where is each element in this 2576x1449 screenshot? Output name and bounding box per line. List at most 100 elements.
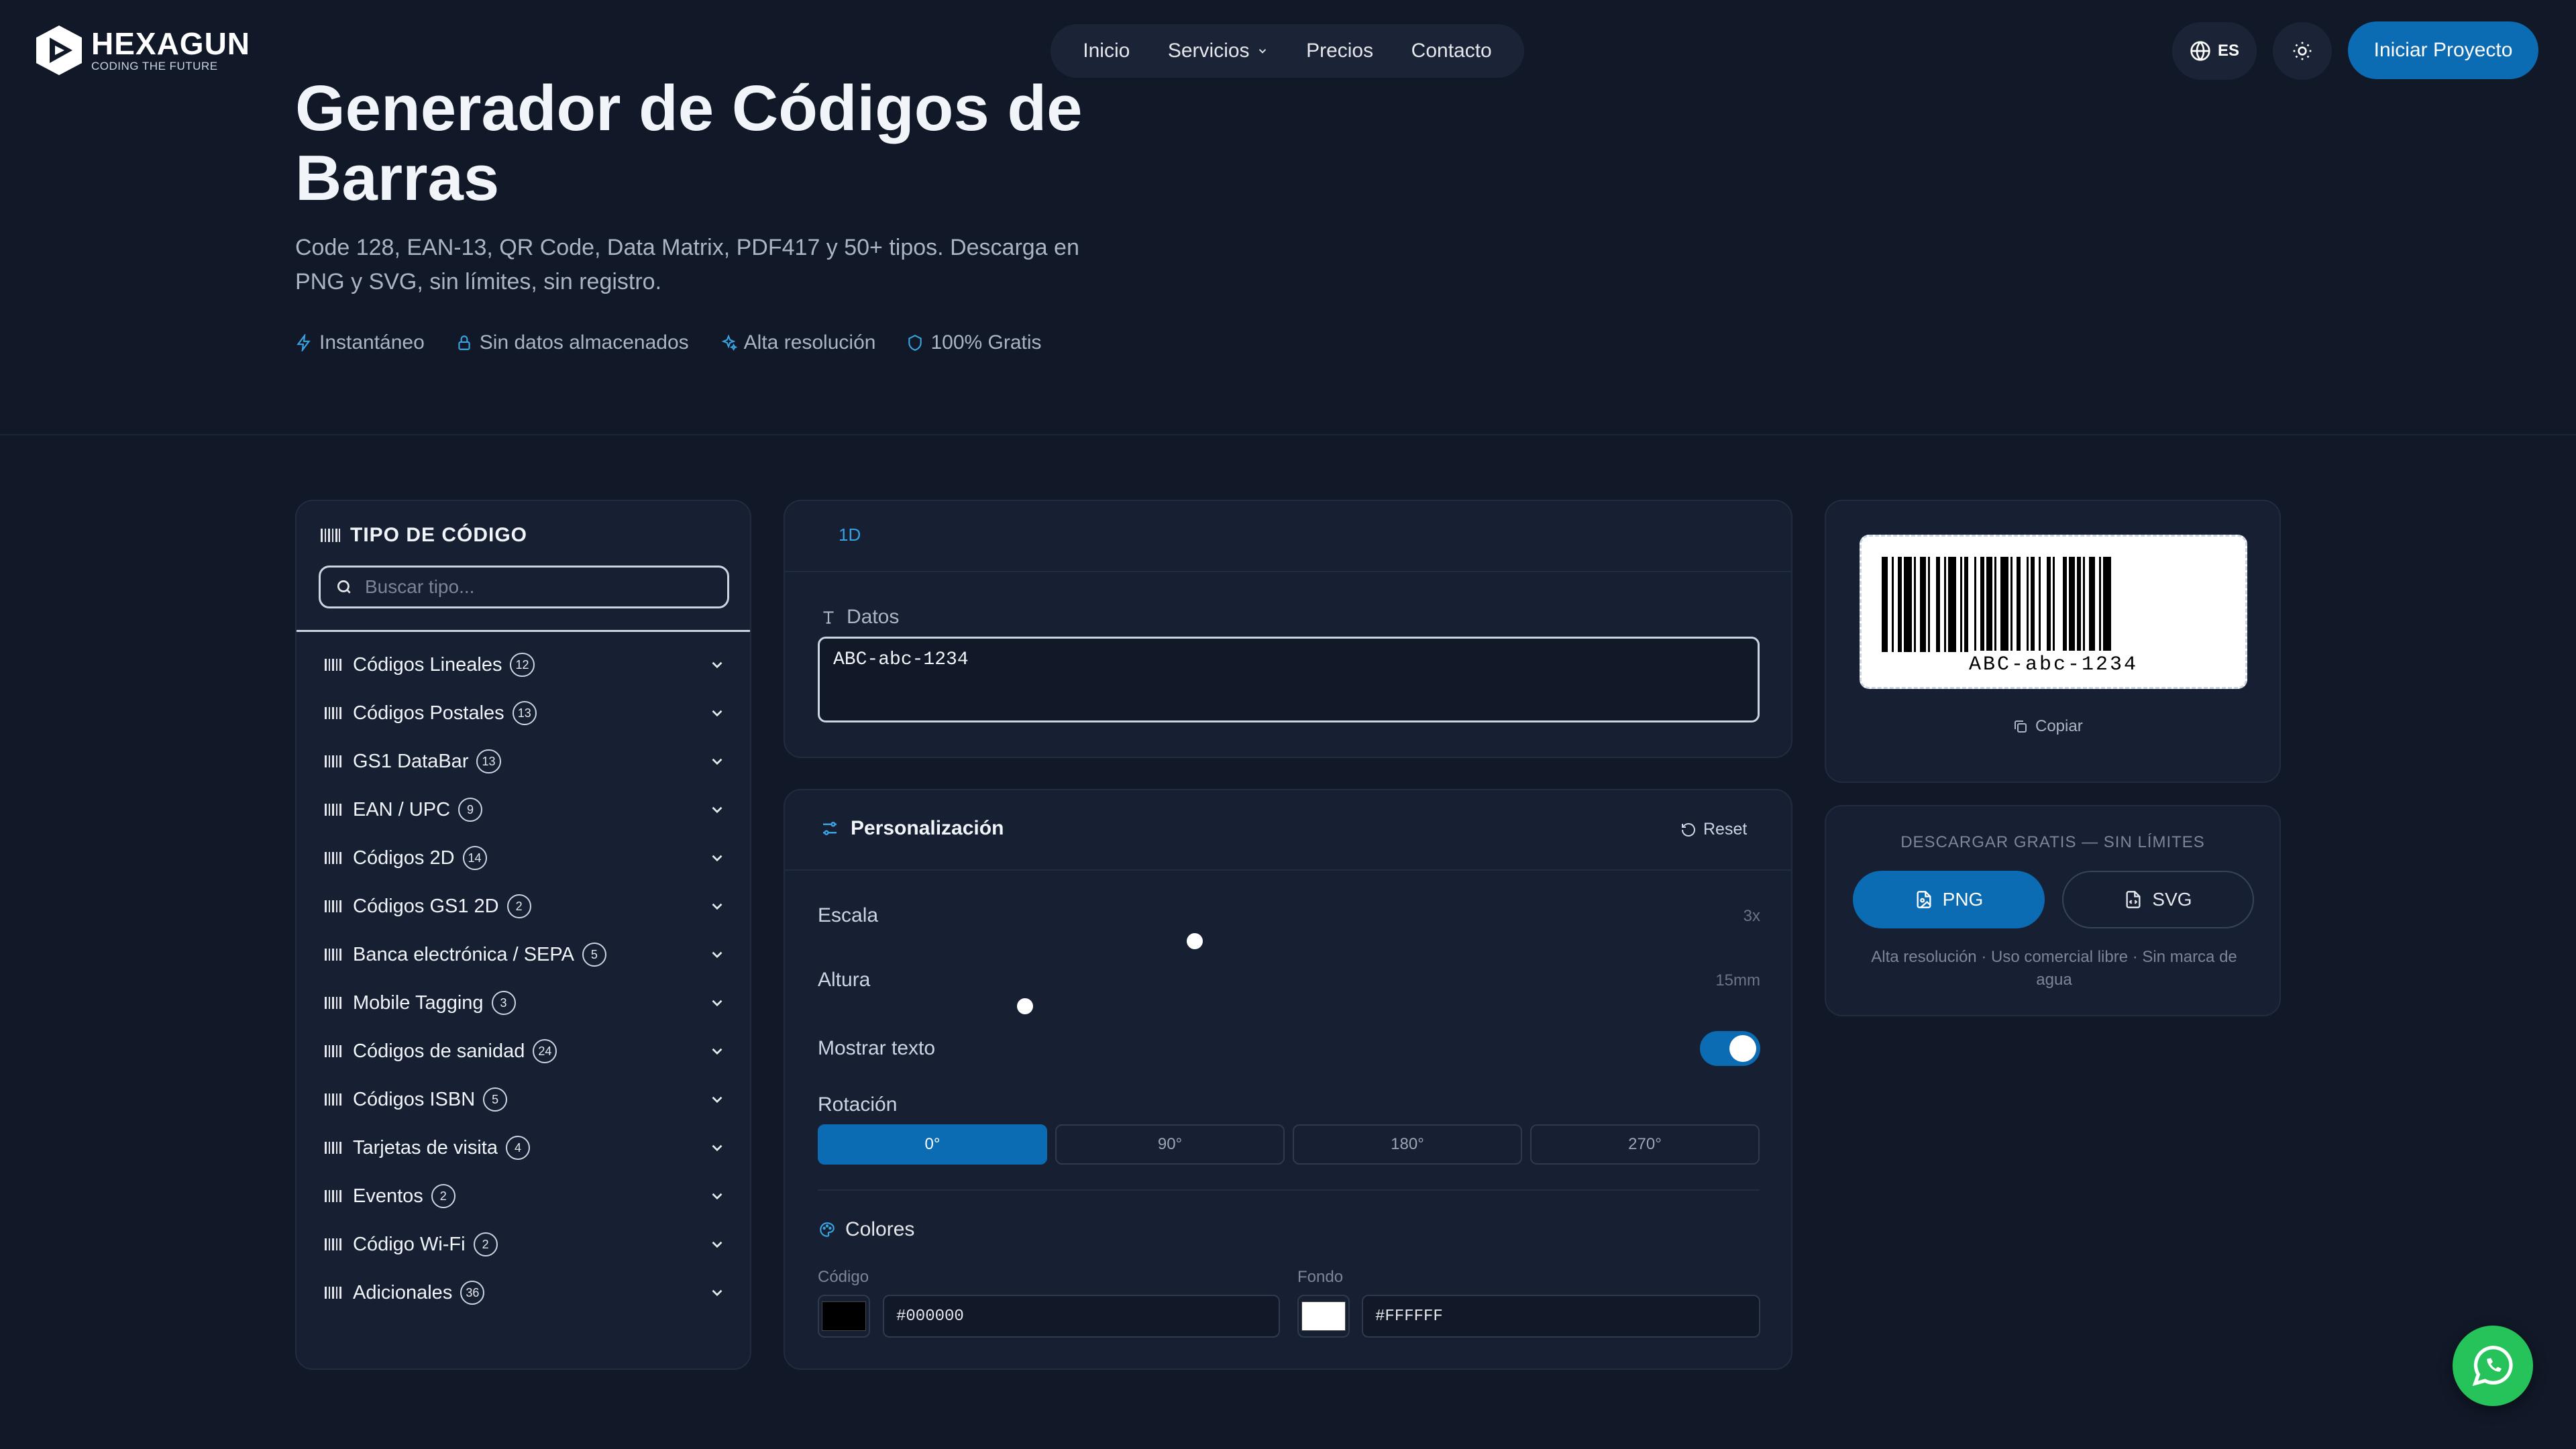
download-svg-button[interactable]: SVG: [2062, 871, 2254, 928]
background-color-input[interactable]: #FFFFFF: [1362, 1295, 1760, 1338]
whatsapp-icon: [2472, 1346, 2513, 1387]
chevron-down-icon: [712, 1048, 722, 1055]
barcode-icon: [325, 707, 341, 719]
barcode-bar: [1914, 557, 1916, 652]
category-count-badge: 12: [510, 653, 535, 677]
barcode-icon: [325, 1045, 341, 1057]
nav-inicio[interactable]: Inicio: [1083, 40, 1130, 62]
globe-icon: [2190, 41, 2210, 61]
category-label: Tarjetas de visita: [353, 1136, 498, 1159]
height-value: 15mm: [1715, 971, 1760, 989]
rotation-option[interactable]: 90°: [1055, 1124, 1285, 1165]
chevron-down-icon: [712, 1193, 722, 1200]
chevron-down-icon: [712, 806, 722, 814]
category-label: Banca electrónica / SEPA: [353, 943, 574, 965]
brand-name: HEXAGUN: [91, 26, 251, 61]
category-label: Códigos Lineales: [353, 653, 502, 676]
category-label: Mobile Tagging: [353, 991, 484, 1014]
sidebar-item-category[interactable]: Códigos GS1 2D 2: [297, 882, 750, 930]
scale-value: 3x: [1743, 907, 1760, 925]
barcode-bar: [1974, 557, 1976, 652]
type-search[interactable]: [319, 566, 729, 608]
type-search-input[interactable]: [364, 576, 715, 598]
barcode-preview: ABC-abc-1234: [1860, 535, 2247, 689]
feature-list: Instantáneo Sin datos almacenados Alta r…: [295, 331, 1042, 354]
sidebar-item-category[interactable]: Eventos 2: [297, 1172, 750, 1220]
barcode-bar: [1882, 557, 1888, 652]
customization-divider: [785, 869, 1791, 871]
lock-icon: [458, 335, 470, 350]
barcode-bar: [2063, 557, 2067, 652]
data-label: Datos: [820, 606, 899, 629]
barcode-bar: [1944, 557, 1946, 652]
code-color-swatch: [822, 1301, 866, 1331]
reset-icon: [1682, 822, 1695, 837]
barcode-icon: [325, 852, 341, 864]
download-png-button[interactable]: PNG: [1853, 871, 2045, 928]
chevron-down-icon: [712, 710, 722, 717]
copy-label: Copiar: [2035, 717, 2083, 735]
barcode-icon: [325, 1238, 341, 1250]
sidebar-item-category[interactable]: Códigos Lineales 12: [297, 641, 750, 689]
colors-divider: [818, 1189, 1760, 1191]
category-count-badge: 24: [533, 1039, 557, 1063]
barcode-bar: [2069, 557, 2075, 652]
background-color-picker[interactable]: [1297, 1295, 1350, 1338]
sidebar-item-category[interactable]: Códigos de sanidad 24: [297, 1027, 750, 1075]
data-panel: 1D Datos ABC-abc-1234: [784, 500, 1792, 758]
barcode-icon: [321, 529, 340, 542]
category-label: Códigos de sanidad: [353, 1040, 525, 1062]
feature-label: Alta resolución: [743, 331, 876, 354]
category-list: Códigos Lineales 12 Códigos Postales 13 GS1 …: [297, 641, 750, 1317]
rotation-option[interactable]: 0°: [818, 1124, 1047, 1165]
download-title: DESCARGAR GRATIS — SIN LÍMITES: [1900, 833, 2205, 851]
sun-icon: [2293, 42, 2312, 60]
barcode-bar: [2103, 557, 2111, 652]
show-text-toggle[interactable]: [1700, 1031, 1760, 1066]
nav-precios[interactable]: Precios: [1306, 40, 1373, 62]
code-color-input[interactable]: #000000: [883, 1295, 1280, 1338]
brand-logo[interactable]: HEXAGUN CODING THE FUTURE: [35, 24, 250, 76]
feature-instant: Instantáneo: [295, 331, 425, 354]
code-color-picker[interactable]: [818, 1295, 870, 1338]
language-label: ES: [2217, 42, 2239, 60]
category-label: Adicionales: [353, 1281, 453, 1303]
palette-icon: [820, 1222, 835, 1237]
chevron-down-icon: [712, 855, 722, 862]
feature-label: 100% Gratis: [930, 331, 1042, 354]
chevron-down-icon: [1258, 49, 1266, 54]
barcode-bar: [2010, 557, 2012, 652]
bolt-icon: [297, 334, 311, 352]
rotation-label: Rotación: [818, 1093, 898, 1116]
sidebar-item-category[interactable]: Códigos ISBN 5: [297, 1075, 750, 1124]
sidebar-item-category[interactable]: Adicionales 36: [297, 1269, 750, 1317]
sidebar-item-category[interactable]: Banca electrónica / SEPA 5: [297, 930, 750, 979]
page-title: Generador de Códigos de Barras: [295, 72, 1083, 214]
start-project-button[interactable]: Iniciar Proyecto: [2348, 21, 2538, 79]
rotation-option[interactable]: 270°: [1530, 1124, 1760, 1165]
barcode-icon: [325, 997, 341, 1009]
sidebar-item-category[interactable]: Mobile Tagging 3: [297, 979, 750, 1027]
scale-slider[interactable]: [1186, 933, 1203, 949]
theme-toggle-button[interactable]: [2273, 22, 2332, 80]
sidebar-item-category[interactable]: Códigos Postales 13: [297, 689, 750, 737]
sidebar-item-category[interactable]: Código Wi-Fi 2: [297, 1220, 750, 1269]
copy-button[interactable]: Copiar: [2012, 717, 2083, 736]
barcode-icon: [325, 900, 341, 912]
tab-1d[interactable]: 1D: [839, 525, 861, 545]
rotation-option[interactable]: 180°: [1293, 1124, 1522, 1165]
nav-contacto[interactable]: Contacto: [1411, 40, 1492, 62]
sidebar-item-category[interactable]: GS1 DataBar 13: [297, 737, 750, 786]
sidebar-item-category[interactable]: Códigos 2D 14: [297, 834, 750, 882]
data-textarea[interactable]: ABC-abc-1234: [818, 637, 1760, 722]
whatsapp-button[interactable]: [2453, 1326, 2533, 1406]
height-slider[interactable]: [1016, 998, 1033, 1014]
nav-servicios[interactable]: Servicios: [1168, 40, 1269, 62]
reset-button[interactable]: Reset: [1680, 820, 1747, 839]
sidebar-divider: [297, 630, 750, 632]
barcode-icon: [325, 755, 341, 767]
language-button[interactable]: ES: [2172, 22, 2257, 80]
sidebar-item-category[interactable]: EAN / UPC 9: [297, 786, 750, 834]
barcode-bar: [1898, 557, 1902, 652]
sidebar-item-category[interactable]: Tarjetas de visita 4: [297, 1124, 750, 1172]
